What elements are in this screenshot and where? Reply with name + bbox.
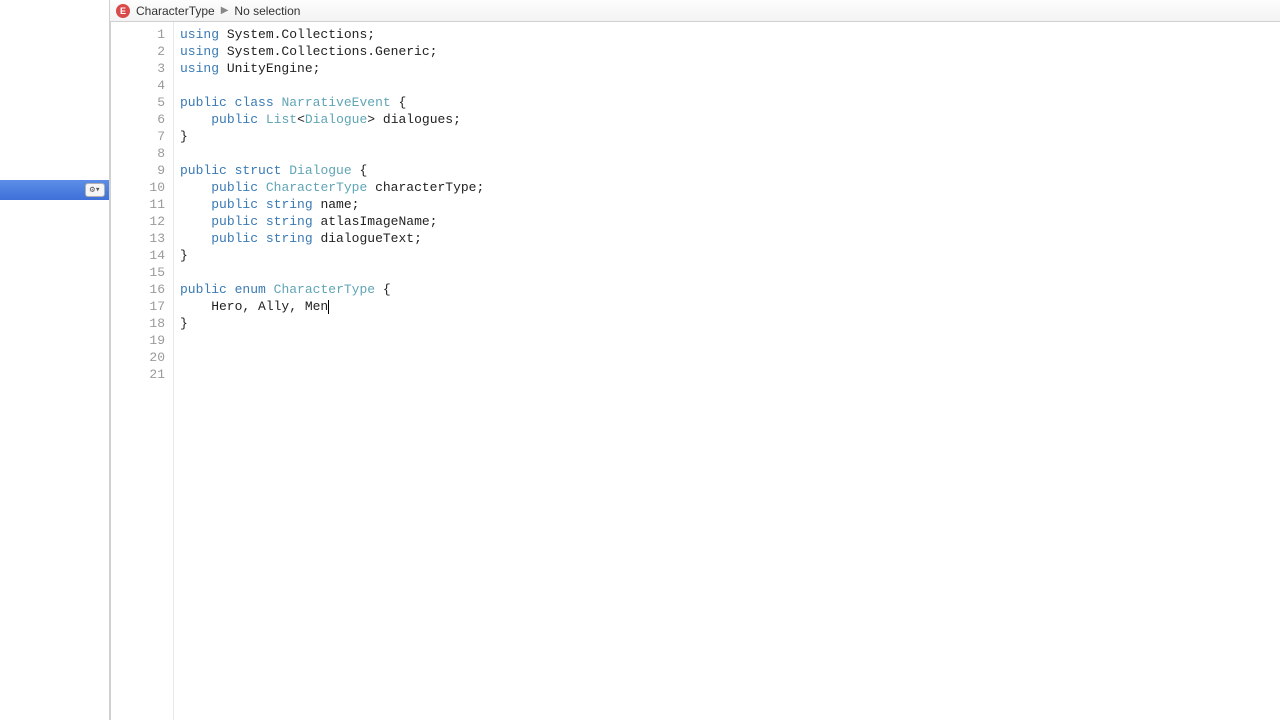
line-number: 11	[111, 196, 165, 213]
chevron-right-icon: ▶	[221, 5, 229, 16]
line-number: 3	[111, 60, 165, 77]
line-number: 10	[111, 179, 165, 196]
gear-icon[interactable]: ⚙▾	[85, 183, 105, 197]
line-number: 9	[111, 162, 165, 179]
enum-icon-letter: E	[120, 6, 126, 16]
breadcrumb[interactable]: E CharacterType ▶ No selection	[110, 0, 1280, 22]
app-root: ⚙▾ E CharacterType ▶ No selection 123456…	[0, 0, 1280, 720]
line-number: 17	[111, 298, 165, 315]
enum-icon: E	[116, 4, 130, 18]
code-line[interactable]: }	[180, 315, 1280, 332]
code-line[interactable]: public List<Dialogue> dialogues;	[180, 111, 1280, 128]
line-number: 5	[111, 94, 165, 111]
gear-glyph: ⚙▾	[90, 185, 101, 195]
line-number: 14	[111, 247, 165, 264]
text-caret	[328, 300, 329, 314]
code-line[interactable]: }	[180, 247, 1280, 264]
line-number: 6	[111, 111, 165, 128]
editor-main: E CharacterType ▶ No selection 123456789…	[110, 0, 1280, 720]
code-line[interactable]: public string atlasImageName;	[180, 213, 1280, 230]
code-line[interactable]: using UnityEngine;	[180, 60, 1280, 77]
code-line[interactable]	[180, 77, 1280, 94]
line-number: 4	[111, 77, 165, 94]
line-number: 18	[111, 315, 165, 332]
code-line[interactable]: Hero, Ally, Men	[180, 298, 1280, 315]
code-line[interactable]: public class NarrativeEvent {	[180, 94, 1280, 111]
breadcrumb-symbol[interactable]: CharacterType	[136, 4, 215, 18]
line-number: 19	[111, 332, 165, 349]
code-line[interactable]: public struct Dialogue {	[180, 162, 1280, 179]
code-line[interactable]: public string name;	[180, 196, 1280, 213]
code-line[interactable]	[180, 332, 1280, 349]
line-number: 1	[111, 26, 165, 43]
line-number: 8	[111, 145, 165, 162]
code-content[interactable]: using System.Collections;using System.Co…	[174, 22, 1280, 720]
line-number: 2	[111, 43, 165, 60]
line-number: 16	[111, 281, 165, 298]
code-line[interactable]: public string dialogueText;	[180, 230, 1280, 247]
breadcrumb-selection[interactable]: No selection	[234, 4, 300, 18]
solution-sidebar[interactable]: ⚙▾	[0, 0, 110, 720]
line-number: 13	[111, 230, 165, 247]
code-line[interactable]	[180, 145, 1280, 162]
line-number-gutter: 123456789101112131415161718192021	[110, 22, 174, 720]
line-number: 7	[111, 128, 165, 145]
code-line[interactable]	[180, 264, 1280, 281]
code-line[interactable]	[180, 349, 1280, 366]
line-number: 15	[111, 264, 165, 281]
sidebar-selected-item[interactable]: ⚙▾	[0, 180, 109, 200]
code-line[interactable]: public enum CharacterType {	[180, 281, 1280, 298]
line-number: 20	[111, 349, 165, 366]
code-line[interactable]: }	[180, 128, 1280, 145]
code-line[interactable]: public CharacterType characterType;	[180, 179, 1280, 196]
code-line[interactable]: using System.Collections;	[180, 26, 1280, 43]
code-line[interactable]	[180, 366, 1280, 383]
code-line[interactable]: using System.Collections.Generic;	[180, 43, 1280, 60]
line-number: 12	[111, 213, 165, 230]
line-number: 21	[111, 366, 165, 383]
code-editor[interactable]: 123456789101112131415161718192021 using …	[110, 22, 1280, 720]
